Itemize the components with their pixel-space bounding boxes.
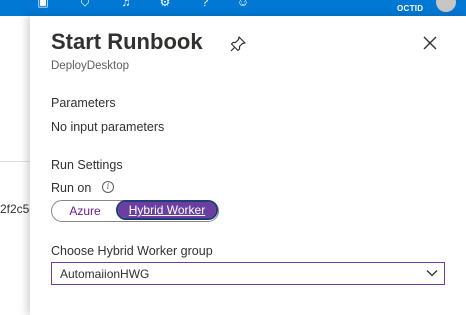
filter-icon[interactable]: ⛉ [78, 0, 92, 9]
run-on-label: Run on [51, 181, 92, 195]
pin-icon[interactable] [229, 35, 247, 53]
worker-group-value: AutomaiionHWG [60, 267, 150, 281]
info-icon[interactable]: i [102, 181, 114, 193]
worker-group-label: Choose Hybrid Worker group [51, 244, 213, 258]
user-label[interactable]: OCTID [397, 4, 423, 13]
run-settings-heading: Run Settings [51, 158, 123, 172]
background-divider [0, 161, 30, 162]
close-icon[interactable] [421, 34, 439, 52]
feedback-icon[interactable]: ☺ [236, 0, 250, 9]
top-header-bar: ▣ ⛉ ♫ ⚙ ? ☺ OCTID [0, 0, 466, 16]
start-runbook-panel: Start Runbook DeployDesktop Parameters N… [30, 16, 466, 315]
panel-title: Start Runbook [51, 29, 203, 54]
help-icon[interactable]: ? [198, 0, 212, 9]
gear-icon[interactable]: ⚙ [158, 0, 172, 9]
background-page: 2f2c5c [0, 16, 35, 315]
panel-subtitle: DeployDesktop [51, 60, 129, 72]
portal-icon[interactable]: ▣ [36, 0, 50, 9]
run-on-toggle: Azure Hybrid Worker [51, 200, 219, 222]
avatar[interactable] [436, 0, 456, 12]
parameters-heading: Parameters [51, 96, 116, 110]
run-on-azure-option[interactable]: Azure [60, 201, 110, 221]
worker-group-select[interactable]: AutomaiionHWG [51, 262, 445, 285]
chevron-down-icon [426, 270, 438, 277]
parameters-text: No input parameters [51, 120, 165, 134]
run-on-hybrid-worker-option[interactable]: Hybrid Worker [116, 200, 218, 220]
bell-icon[interactable]: ♫ [119, 0, 133, 9]
